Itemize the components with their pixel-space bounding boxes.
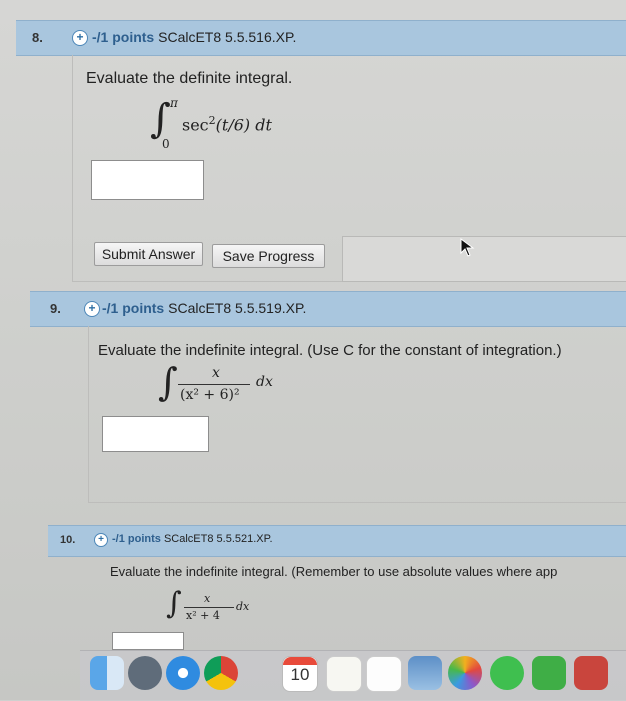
photo-booth-icon[interactable] xyxy=(574,656,608,690)
calendar-top-icon xyxy=(283,657,317,665)
question-prompt: Evaluate the definite integral. xyxy=(86,70,293,87)
integral-sign: ∫ xyxy=(166,586,182,621)
question-number: 8. xyxy=(32,30,43,45)
differential: dx xyxy=(256,374,273,390)
preview-icon[interactable] xyxy=(408,656,442,690)
messages-icon[interactable] xyxy=(490,656,524,690)
numerator: x xyxy=(212,365,220,381)
answer-input[interactable] xyxy=(102,416,209,452)
denominator: (x² + 6)² xyxy=(180,387,240,403)
question-8-header: 8. + -/1 points SCalcET8 5.5.516.XP. xyxy=(16,20,626,56)
reminders-icon[interactable] xyxy=(366,656,402,692)
expand-plus-icon[interactable]: + xyxy=(72,30,88,46)
exponent: 2 xyxy=(208,114,216,127)
upper-limit: π xyxy=(170,96,178,110)
answer-input[interactable] xyxy=(91,160,204,200)
photos-icon[interactable] xyxy=(448,656,482,690)
fraction-bar xyxy=(178,384,250,385)
safari-icon[interactable] xyxy=(166,656,200,690)
launchpad-icon[interactable] xyxy=(128,656,162,690)
question-number: 9. xyxy=(50,301,61,316)
lower-limit: 0 xyxy=(162,137,170,151)
side-panel xyxy=(342,236,626,282)
integral-sign: ∫ xyxy=(158,360,178,404)
points-value: -/1 points xyxy=(92,29,155,45)
problem-code: SCalcET8 5.5.521.XP. xyxy=(163,533,273,545)
argument: (t/6) xyxy=(215,115,251,135)
fraction-bar xyxy=(184,607,234,608)
calendar-icon[interactable]: 10 xyxy=(282,656,318,692)
facetime-icon[interactable] xyxy=(532,656,566,690)
answer-input[interactable] xyxy=(112,632,184,650)
integral-sign: ∫ xyxy=(150,96,171,142)
expand-plus-icon[interactable]: + xyxy=(84,301,100,317)
notes-icon[interactable] xyxy=(326,656,362,692)
problem-code: SCalcET8 5.5.519.XP. xyxy=(168,300,307,316)
question-prompt: Evaluate the indefinite integral. (Use C… xyxy=(98,342,562,359)
problem-code: SCalcET8 5.5.516.XP. xyxy=(158,29,297,45)
points-value: -/1 points xyxy=(102,300,165,316)
numerator: x xyxy=(204,592,211,605)
integrand: sec2(t/6) dt xyxy=(182,114,272,134)
question-number: 10. xyxy=(60,534,76,546)
points-value: -/1 points xyxy=(112,533,161,545)
sec-function: sec xyxy=(182,115,209,135)
save-progress-button[interactable]: Save Progress xyxy=(212,244,325,268)
mouse-cursor-icon xyxy=(460,238,475,257)
expand-plus-icon[interactable]: + xyxy=(94,533,108,547)
browser-page: 8. + -/1 points SCalcET8 5.5.516.XP. Eva… xyxy=(0,0,626,701)
question-10-header: 10. + -/1 points SCalcET8 5.5.521.XP. xyxy=(48,525,626,557)
submit-answer-button[interactable]: Submit Answer xyxy=(94,242,203,266)
finder-icon[interactable] xyxy=(90,656,124,690)
chrome-icon[interactable] xyxy=(204,656,238,690)
question-prompt: Evaluate the indefinite integral. (Remem… xyxy=(110,564,558,579)
differential: dx xyxy=(236,600,250,613)
calendar-day: 10 xyxy=(290,665,310,684)
denominator: x² + 4 xyxy=(186,609,220,622)
points-label: -/1 points SCalcET8 5.5.516.XP. xyxy=(92,29,296,45)
points-label: -/1 points SCalcET8 5.5.521.XP. xyxy=(112,533,273,545)
differential: dt xyxy=(255,115,272,135)
question-9-header: 9. + -/1 points SCalcET8 5.5.519.XP. xyxy=(30,291,626,327)
points-label: -/1 points SCalcET8 5.5.519.XP. xyxy=(102,300,306,316)
